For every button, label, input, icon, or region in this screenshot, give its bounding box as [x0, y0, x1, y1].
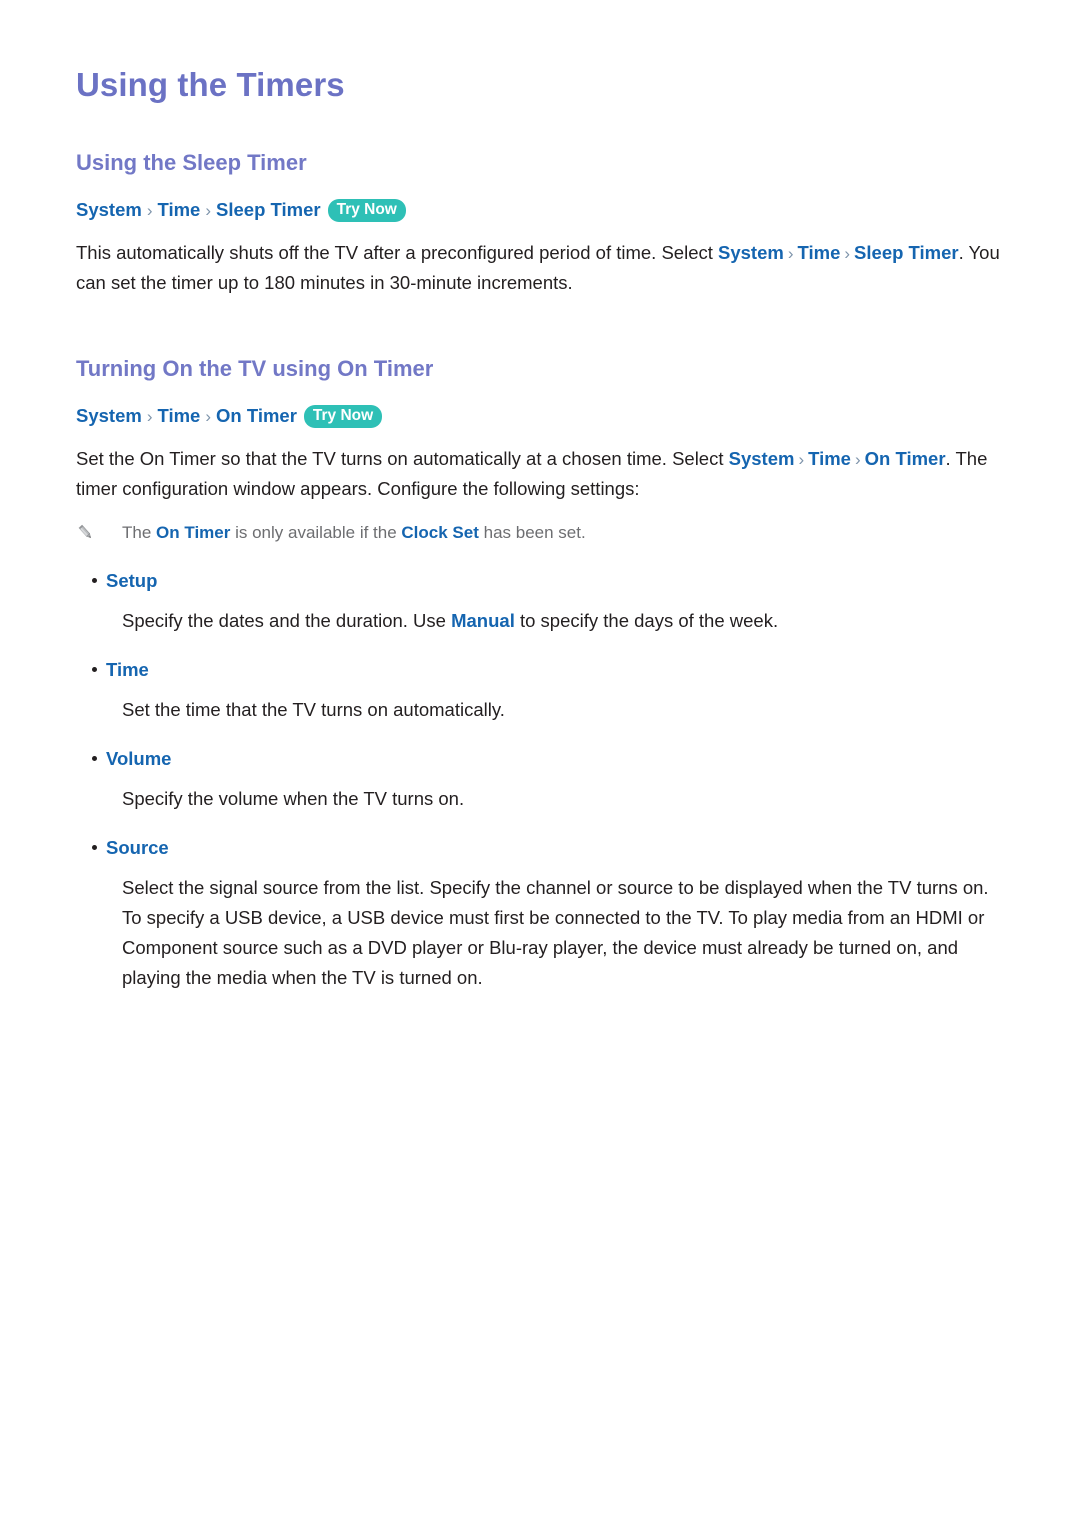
- bullet-description-text: Select the signal source from the list. …: [122, 876, 989, 988]
- list-item: Setup: [76, 547, 1004, 593]
- bullet-description-setup: Specify the dates and the duration. Use …: [76, 593, 1004, 636]
- inline-link-system[interactable]: System: [729, 448, 795, 469]
- try-now-badge[interactable]: Try Now: [303, 405, 383, 429]
- list-item: Source: [76, 814, 1004, 860]
- note-text: The On Timer is only available if the Cl…: [102, 520, 586, 546]
- bullet-dot-icon: [76, 747, 106, 761]
- list-item: Time: [76, 636, 1004, 682]
- bullet-description-text: Specify the volume when the TV turns on.: [122, 787, 465, 809]
- breadcrumb-item-system[interactable]: System: [76, 199, 142, 220]
- breadcrumb-item-system[interactable]: System: [76, 405, 142, 426]
- note-text-part: is only available if the: [230, 523, 402, 543]
- section-heading-on-timer: Turning On the TV using On Timer: [76, 356, 434, 382]
- pencil-icon: [76, 520, 102, 543]
- paragraph-on-timer: Set the On Timer so that the TV turns on…: [76, 430, 1004, 504]
- bullet-label-volume: Volume: [106, 747, 172, 769]
- breadcrumb-item-on-timer[interactable]: On Timer: [216, 405, 297, 426]
- note-row: The On Timer is only available if the Cl…: [76, 504, 1004, 546]
- section-heading-sleep-timer: Using the Sleep Timer: [76, 149, 307, 175]
- chevron-right-icon: ›: [146, 201, 153, 221]
- bullet-label-time: Time: [106, 658, 149, 680]
- bullet-description-text: Set the time that the TV turns on automa…: [122, 698, 505, 720]
- bullet-description-source: Select the signal source from the list. …: [76, 860, 1004, 993]
- chevron-right-icon: ›: [844, 244, 851, 264]
- chevron-right-icon: ›: [205, 201, 212, 221]
- note-text-part: has been set.: [478, 523, 586, 543]
- bullet-label-source: Source: [106, 836, 169, 858]
- breadcrumb-item-time[interactable]: Time: [158, 199, 201, 220]
- chevron-right-icon: ›: [205, 407, 212, 427]
- breadcrumb-item-sleep-timer[interactable]: Sleep Timer: [216, 199, 321, 220]
- bullet-dot-icon: [76, 569, 106, 583]
- inline-link-sleep-timer[interactable]: Sleep Timer: [854, 242, 959, 263]
- note-text-part: The: [122, 523, 157, 543]
- inline-link-system[interactable]: System: [718, 242, 784, 263]
- bullet-description-volume: Specify the volume when the TV turns on.: [76, 771, 1004, 814]
- bullet-dot-icon: [76, 836, 106, 850]
- bullet-description-time: Set the time that the TV turns on automa…: [76, 682, 1004, 725]
- inline-link-on-timer[interactable]: On Timer: [865, 448, 946, 469]
- inline-link-on-timer[interactable]: On Timer: [156, 523, 230, 542]
- list-item: Volume: [76, 725, 1004, 771]
- breadcrumb-item-time[interactable]: Time: [158, 405, 201, 426]
- inline-link-manual[interactable]: Manual: [451, 610, 515, 631]
- chevron-right-icon: ›: [787, 244, 794, 264]
- document-page: Using the Timers Using the Sleep Timer S…: [0, 0, 1080, 1527]
- chevron-right-icon: ›: [854, 450, 861, 470]
- inline-link-time[interactable]: Time: [808, 448, 851, 469]
- page-title: Using the Timers: [76, 66, 345, 103]
- bullet-label-setup: Setup: [106, 569, 158, 591]
- paragraph-text: Set the On Timer so that the TV turns on…: [76, 448, 729, 470]
- bullet-description-text: to specify the days of the week.: [514, 609, 779, 631]
- chevron-right-icon: ›: [146, 407, 153, 427]
- try-now-badge[interactable]: Try Now: [327, 199, 406, 223]
- inline-link-clock-set[interactable]: Clock Set: [401, 523, 478, 542]
- bullet-description-text: Specify the dates and the duration. Use: [122, 609, 452, 631]
- inline-link-time[interactable]: Time: [798, 242, 841, 263]
- paragraph-sleep-timer: This automatically shuts off the TV afte…: [76, 224, 1004, 298]
- breadcrumb-on-timer: System › Time › On Timer Try Now: [76, 404, 1004, 430]
- bullet-dot-icon: [76, 658, 106, 672]
- breadcrumb-sleep-timer: System › Time › Sleep Timer Try Now: [76, 198, 1004, 224]
- paragraph-text: This automatically shuts off the TV afte…: [76, 242, 719, 264]
- chevron-right-icon: ›: [798, 450, 805, 470]
